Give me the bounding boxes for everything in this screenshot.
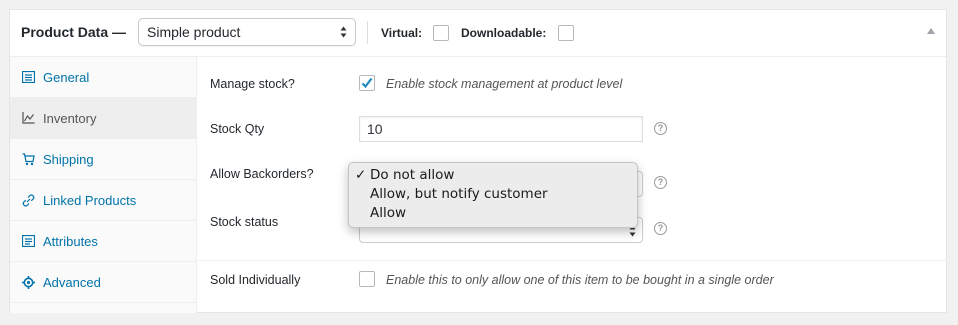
tab-advanced[interactable]: Advanced	[10, 262, 197, 303]
select-arrows-icon	[340, 26, 347, 38]
gear-icon	[21, 275, 35, 289]
product-data-tabs: General Inventory Shipping Linked Produc…	[10, 57, 197, 313]
product-data-panel: Product Data — Simple product Virtual: D…	[9, 9, 947, 313]
stock-qty-label: Stock Qty	[210, 122, 265, 136]
manage-stock-label: Manage stock?	[210, 77, 295, 91]
stock-status-label: Stock status	[210, 215, 279, 229]
option-label: Do not allow	[370, 167, 455, 183]
sold-individually-label: Sold Individually	[210, 273, 301, 287]
tab-inventory[interactable]: Inventory	[10, 98, 197, 139]
panel-toggle-icon[interactable]	[927, 28, 935, 34]
product-type-value: Simple product	[147, 24, 241, 40]
dropdown-option-allow[interactable]: Allow	[349, 204, 637, 223]
panel-title: Product Data —	[21, 24, 127, 40]
dropdown-option-do-not-allow[interactable]: ✓ Do not allow	[349, 166, 637, 185]
virtual-label: Virtual:	[381, 26, 423, 40]
section-divider	[198, 260, 947, 261]
option-label: Allow	[370, 205, 407, 221]
tab-label: Inventory	[43, 110, 97, 126]
tab-linked-products[interactable]: Linked Products	[10, 180, 197, 221]
product-type-select[interactable]: Simple product	[138, 18, 356, 46]
stock-qty-input[interactable]: 10	[359, 116, 643, 142]
link-icon	[21, 193, 35, 207]
stock-qty-value: 10	[367, 121, 383, 137]
tab-label: Shipping	[43, 151, 94, 167]
manage-stock-description: Enable stock management at product level	[386, 77, 623, 91]
option-label: Allow, but notify customer	[370, 186, 548, 202]
shipping-icon	[21, 152, 35, 166]
backorders-label: Allow Backorders?	[210, 167, 314, 181]
sold-individually-description: Enable this to only allow one of this it…	[386, 273, 774, 287]
sold-individually-checkbox[interactable]	[359, 271, 375, 287]
general-icon	[21, 70, 35, 84]
tab-label: Attributes	[43, 233, 98, 249]
tab-label: General	[43, 69, 90, 85]
help-icon: ?	[654, 122, 667, 135]
tab-shipping[interactable]: Shipping	[10, 139, 197, 180]
downloadable-label: Downloadable:	[461, 26, 547, 40]
tab-general[interactable]: General	[10, 57, 197, 98]
checkmark-icon: ✓	[355, 167, 367, 183]
downloadable-checkbox[interactable]	[558, 25, 574, 41]
help-icon: ?	[654, 222, 667, 235]
panel-header: Product Data — Simple product Virtual: D…	[10, 10, 946, 57]
attributes-icon	[21, 234, 35, 248]
help-icon: ?	[654, 176, 667, 189]
tab-attributes[interactable]: Attributes	[10, 221, 197, 262]
virtual-checkbox[interactable]	[433, 25, 449, 41]
inventory-icon	[21, 111, 35, 125]
tab-label: Advanced	[43, 274, 101, 290]
dropdown-option-allow-notify[interactable]: Allow, but notify customer	[349, 185, 637, 204]
backorders-dropdown-menu: ✓ Do not allow Allow, but notify custome…	[348, 162, 638, 228]
tab-label: Linked Products	[43, 192, 137, 208]
manage-stock-checkbox[interactable]	[359, 75, 375, 91]
checkmark-icon	[361, 77, 373, 89]
header-divider	[367, 21, 368, 44]
